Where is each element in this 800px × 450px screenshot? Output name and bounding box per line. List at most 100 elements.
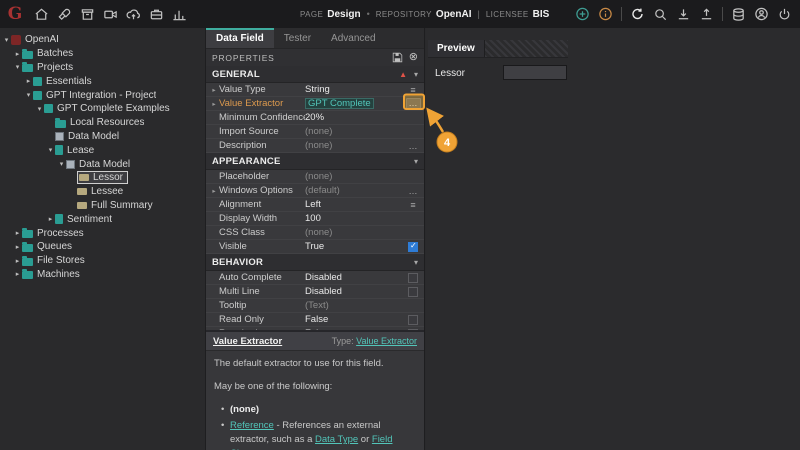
- property-row-multi-line[interactable]: Multi Line Disabled: [206, 285, 424, 299]
- property-value[interactable]: GPT Complete: [305, 98, 374, 109]
- tab-tester[interactable]: Tester: [274, 28, 321, 48]
- page-value[interactable]: Design: [327, 9, 360, 20]
- tree-item-file-stores[interactable]: ▸File Stores: [0, 254, 205, 268]
- tree-item-gpt-integration-project[interactable]: ▾GPT Integration - Project: [0, 88, 205, 102]
- tree-item-lease[interactable]: ▾Lease: [0, 143, 205, 157]
- expand-icon[interactable]: ▸: [209, 86, 219, 94]
- expander-icon[interactable]: ▸: [46, 215, 55, 223]
- tree-item-full-summary[interactable]: Full Summary: [0, 199, 205, 213]
- download-icon[interactable]: [676, 7, 691, 22]
- preview-lessor-input[interactable]: [503, 65, 567, 80]
- ellipsis-icon[interactable]: …: [402, 141, 424, 151]
- ellipsis-icon[interactable]: …: [402, 186, 424, 196]
- expander-icon[interactable]: ▸: [13, 257, 22, 265]
- checkbox[interactable]: [408, 273, 418, 283]
- account-icon[interactable]: [754, 7, 769, 22]
- property-row-css-class[interactable]: CSS Class (none): [206, 226, 424, 240]
- property-value[interactable]: (none): [305, 227, 402, 238]
- property-value[interactable]: 20%: [305, 112, 402, 123]
- help-type-link[interactable]: Value Extractor: [356, 336, 417, 346]
- property-value[interactable]: Disabled: [305, 286, 402, 297]
- tree-item-projects[interactable]: ▾Projects: [0, 61, 205, 75]
- expander-icon[interactable]: ▾: [35, 105, 44, 113]
- tree-item-data-model[interactable]: Data Model: [0, 130, 205, 144]
- property-row-value-extractor[interactable]: ▸ Value Extractor GPT Complete …: [206, 97, 424, 111]
- save-icon[interactable]: [392, 52, 403, 63]
- reference-link[interactable]: Reference: [230, 420, 274, 431]
- property-value[interactable]: False: [305, 314, 402, 325]
- checkbox[interactable]: [408, 287, 418, 297]
- tree-item-local-resources[interactable]: Local Resources: [0, 116, 205, 130]
- property-value[interactable]: String: [305, 84, 402, 95]
- expander-icon[interactable]: ▾: [46, 146, 55, 154]
- bar-chart-icon[interactable]: [172, 7, 187, 22]
- property-row-description[interactable]: Description (none) …: [206, 139, 424, 153]
- property-value[interactable]: (none): [305, 140, 402, 151]
- expander-icon[interactable]: ▾: [13, 63, 22, 71]
- camera-icon[interactable]: [103, 7, 118, 22]
- property-value[interactable]: (Text): [305, 300, 402, 311]
- expander-icon[interactable]: ▸: [24, 77, 33, 85]
- app-logo[interactable]: G: [0, 0, 30, 28]
- tab-advanced[interactable]: Advanced: [321, 28, 385, 48]
- collapse-icon[interactable]: ▾: [414, 157, 418, 166]
- tree-item-essentials[interactable]: ▸Essentials: [0, 74, 205, 88]
- property-row-import-source[interactable]: Import Source (none): [206, 125, 424, 139]
- property-value[interactable]: 100: [305, 213, 402, 224]
- tree-item-sentiment[interactable]: ▸Sentiment: [0, 212, 205, 226]
- property-row-auto-complete[interactable]: Auto Complete Disabled: [206, 271, 424, 285]
- tree-item-batches[interactable]: ▸Batches: [0, 47, 205, 61]
- expander-icon[interactable]: ▾: [2, 36, 11, 44]
- expander-icon[interactable]: ▸: [13, 243, 22, 251]
- expand-icon[interactable]: ▸: [209, 100, 219, 108]
- data-type-link[interactable]: Data Type: [315, 434, 358, 445]
- tree-item-openai[interactable]: ▾OpenAI: [0, 33, 205, 47]
- property-row-alignment[interactable]: Alignment Left ≡: [206, 198, 424, 212]
- checkbox-checked[interactable]: [408, 242, 418, 252]
- collapse-icon[interactable]: ▾: [414, 70, 418, 79]
- property-row-read-only[interactable]: Read Only False: [206, 313, 424, 327]
- property-row-placeholder[interactable]: Placeholder (none): [206, 170, 424, 184]
- property-row-minimum-confidence[interactable]: Minimum Confidence 20%: [206, 111, 424, 125]
- refresh-icon[interactable]: [630, 7, 645, 22]
- info-circle-icon[interactable]: [598, 7, 613, 22]
- ellipsis-button[interactable]: …: [406, 98, 421, 109]
- property-row-value-type[interactable]: ▸ Value Type String ≡: [206, 83, 424, 97]
- collapse-icon[interactable]: ▾: [414, 258, 418, 267]
- search-icon[interactable]: [653, 7, 668, 22]
- batch-box-icon[interactable]: [80, 7, 95, 22]
- tree-item-machines[interactable]: ▸Machines: [0, 268, 205, 282]
- power-icon[interactable]: [777, 7, 792, 22]
- property-row-tooltip[interactable]: Tooltip (Text): [206, 299, 424, 313]
- tree-item-lessor[interactable]: Lessor: [0, 171, 205, 185]
- expand-icon[interactable]: ▸: [209, 187, 219, 195]
- property-value[interactable]: (none): [305, 126, 402, 137]
- property-row-visible[interactable]: Visible True: [206, 240, 424, 254]
- property-row-windows-options[interactable]: ▸ Windows Options (default) …: [206, 184, 424, 198]
- close-icon[interactable]: ⊗: [409, 52, 418, 63]
- menu-icon[interactable]: ≡: [402, 85, 424, 95]
- tree-item-queues[interactable]: ▸Queues: [0, 240, 205, 254]
- property-row-display-width[interactable]: Display Width 100: [206, 212, 424, 226]
- property-value[interactable]: (default): [305, 185, 402, 196]
- property-value[interactable]: True: [305, 241, 402, 252]
- property-value[interactable]: Left: [305, 199, 402, 210]
- tools-icon[interactable]: [57, 7, 72, 22]
- property-value[interactable]: (none): [305, 171, 402, 182]
- upload-icon[interactable]: [699, 7, 714, 22]
- expander-icon[interactable]: ▸: [13, 270, 22, 278]
- tree-item-processes[interactable]: ▸Processes: [0, 226, 205, 240]
- expander-icon[interactable]: ▾: [57, 160, 66, 168]
- expander-icon[interactable]: ▾: [24, 91, 33, 99]
- expander-icon[interactable]: ▸: [13, 50, 22, 58]
- property-value[interactable]: Disabled: [305, 272, 402, 283]
- home-icon[interactable]: [34, 7, 49, 22]
- tab-preview[interactable]: Preview: [428, 40, 485, 57]
- tree-item-gpt-complete-examples[interactable]: ▾GPT Complete Examples: [0, 102, 205, 116]
- section-header-appearance[interactable]: APPEARANCE ▾: [206, 153, 424, 170]
- tab-data-field[interactable]: Data Field: [206, 28, 274, 48]
- database-icon[interactable]: [731, 7, 746, 22]
- section-header-general[interactable]: GENERAL ▲ ▾: [206, 66, 424, 83]
- selected-tree-item[interactable]: Lessor: [77, 171, 128, 184]
- expander-icon[interactable]: ▸: [13, 229, 22, 237]
